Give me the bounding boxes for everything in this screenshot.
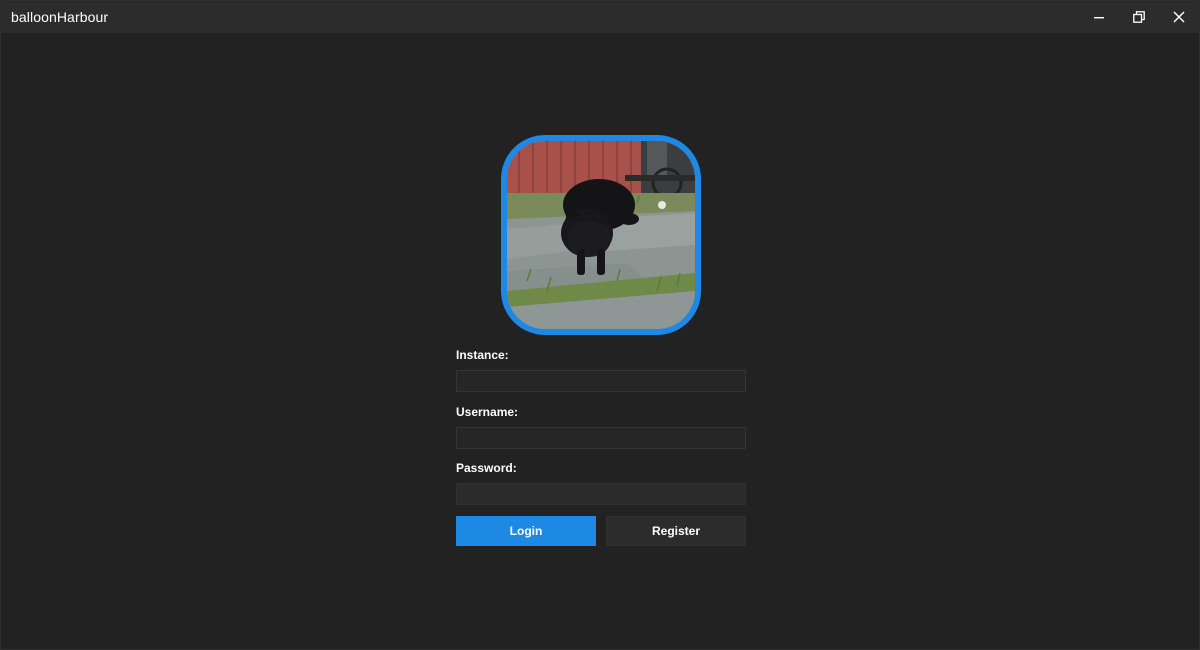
title-bar[interactable]: balloonHarbour (1, 1, 1199, 33)
minimize-button[interactable] (1079, 1, 1119, 33)
username-group: Username: (456, 402, 746, 459)
close-button[interactable] (1159, 1, 1199, 33)
app-title: balloonHarbour (11, 9, 109, 25)
minimize-icon (1094, 17, 1104, 19)
avatar (501, 135, 701, 335)
window-controls (1079, 1, 1199, 33)
action-buttons: Login Register (456, 516, 746, 546)
cat-photo-icon (507, 141, 695, 329)
password-input[interactable] (456, 483, 746, 505)
instance-group: Instance: (456, 345, 746, 402)
close-icon (1173, 11, 1185, 23)
restore-button[interactable] (1119, 1, 1159, 33)
username-input[interactable] (456, 426, 746, 449)
restore-icon (1133, 11, 1145, 23)
username-label: Username: (456, 404, 519, 419)
app-window: balloonHarbour Instance: Username: Passw… (0, 0, 1200, 650)
instance-label: Instance: (456, 348, 509, 362)
login-button[interactable]: Login (456, 516, 596, 546)
password-group: Password: (456, 458, 746, 515)
register-button[interactable]: Register (606, 516, 746, 546)
instance-input[interactable] (456, 370, 746, 392)
password-label: Password: (456, 461, 517, 475)
login-form: Instance: Username: Password: Login Regi… (456, 345, 746, 546)
